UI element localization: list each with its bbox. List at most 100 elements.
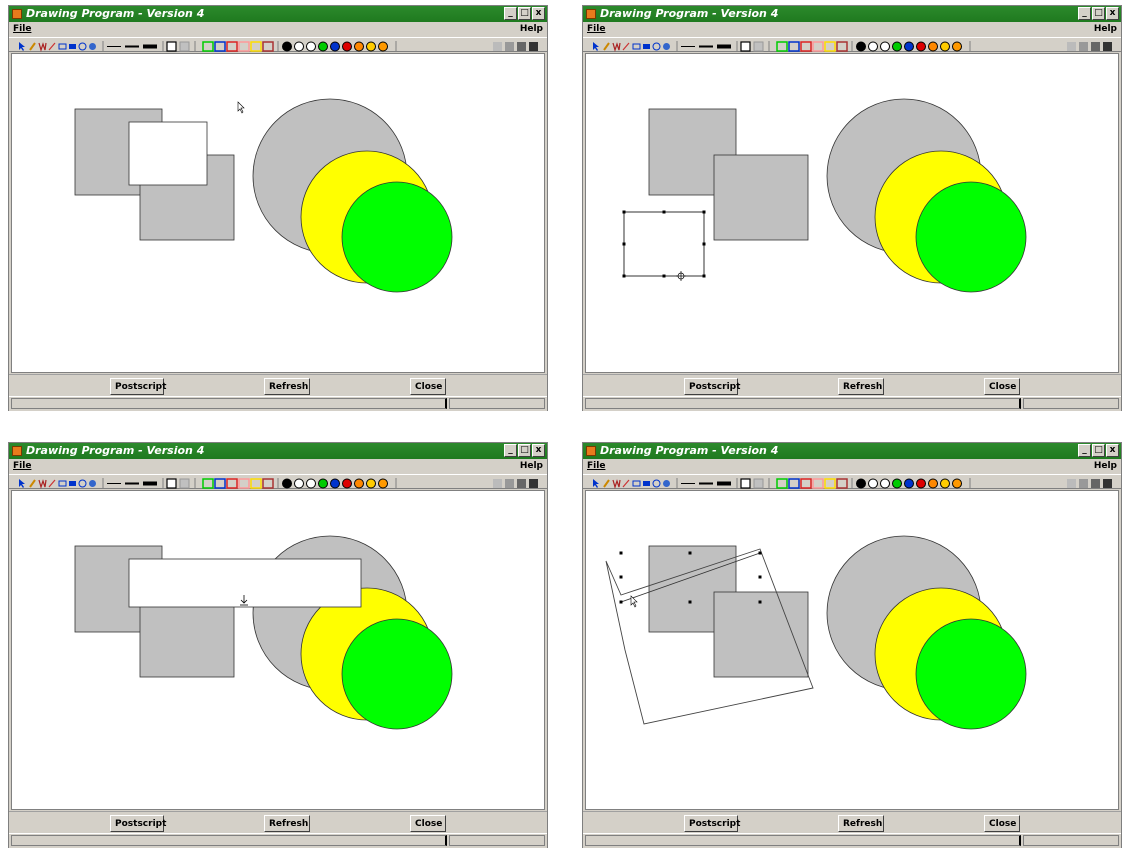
circle-outline-icon[interactable] xyxy=(78,479,87,488)
outline-color-swatch[interactable] xyxy=(824,478,836,489)
fill-color-swatch[interactable] xyxy=(306,41,316,52)
polyline-icon[interactable] xyxy=(38,479,47,490)
gray-swatch[interactable] xyxy=(1067,42,1076,51)
outline-color-swatch[interactable] xyxy=(812,478,824,489)
fill-color-swatch[interactable] xyxy=(940,478,950,489)
pencil-icon[interactable] xyxy=(29,479,36,488)
menu-file[interactable]: File xyxy=(587,24,605,34)
gray-swatch[interactable] xyxy=(1079,479,1088,488)
selection-handle[interactable] xyxy=(619,575,623,579)
fill-color-swatch[interactable] xyxy=(318,41,328,52)
fill-color-swatch[interactable] xyxy=(354,41,364,52)
refresh-button[interactable]: Refresh xyxy=(838,378,884,395)
outline-mode-icon[interactable] xyxy=(740,41,751,52)
close-button[interactable]: Close xyxy=(984,378,1020,395)
green-circle[interactable] xyxy=(915,181,1027,293)
fill-color-swatch[interactable] xyxy=(940,41,950,52)
gray-swatch[interactable] xyxy=(505,42,514,51)
green-circle[interactable] xyxy=(915,618,1027,730)
fill-color-swatch[interactable] xyxy=(378,478,388,489)
fill-color-swatch[interactable] xyxy=(868,478,878,489)
rect-filled-icon[interactable] xyxy=(69,481,76,486)
circle-filled-icon[interactable] xyxy=(89,43,96,50)
circle-filled-icon[interactable] xyxy=(663,480,670,487)
fill-color-swatch[interactable] xyxy=(904,478,914,489)
selection-handle[interactable] xyxy=(622,242,626,246)
title-bar[interactable]: Drawing Program - Version 4 _ □ x xyxy=(9,443,547,459)
close-button[interactable]: Close xyxy=(410,378,446,395)
menu-help[interactable]: Help xyxy=(1094,461,1117,471)
fill-color-swatch[interactable] xyxy=(928,41,938,52)
select-arrow-icon[interactable] xyxy=(593,42,599,51)
selection-handle[interactable] xyxy=(688,600,692,604)
gray-swatch[interactable] xyxy=(1091,42,1100,51)
outline-color-swatch[interactable] xyxy=(214,478,226,489)
filled-mode-icon[interactable] xyxy=(179,41,190,52)
circle-outline-icon[interactable] xyxy=(78,42,87,51)
fill-color-swatch[interactable] xyxy=(354,478,364,489)
fill-color-swatch[interactable] xyxy=(282,41,292,52)
outline-color-swatch[interactable] xyxy=(250,478,262,489)
selection-handle[interactable] xyxy=(619,551,623,555)
gray-swatch[interactable] xyxy=(1067,479,1076,488)
menu-file[interactable]: File xyxy=(13,24,31,34)
rect-filled-icon[interactable] xyxy=(643,44,650,49)
circle-filled-icon[interactable] xyxy=(663,43,670,50)
gray-swatch[interactable] xyxy=(1079,42,1088,51)
fill-color-swatch[interactable] xyxy=(868,41,878,52)
close-button[interactable]: Close xyxy=(984,815,1020,832)
outline-color-swatch[interactable] xyxy=(214,41,226,52)
selection-handle[interactable] xyxy=(622,274,626,278)
rect-outline-icon[interactable] xyxy=(58,480,67,487)
outline-color-swatch[interactable] xyxy=(776,478,788,489)
gray-swatch[interactable] xyxy=(493,42,502,51)
fill-color-swatch[interactable] xyxy=(366,41,376,52)
green-circle[interactable] xyxy=(341,181,453,293)
minimize-icon[interactable]: _ xyxy=(504,7,517,20)
selection-handle[interactable] xyxy=(758,551,762,555)
rect-outline-icon[interactable] xyxy=(632,43,641,50)
green-circle[interactable] xyxy=(341,618,453,730)
outline-color-swatch[interactable] xyxy=(788,41,800,52)
selection-handle[interactable] xyxy=(619,600,623,604)
postscript-button[interactable]: Postscript xyxy=(110,378,166,395)
maximize-icon[interactable]: □ xyxy=(518,7,531,20)
outline-mode-icon[interactable] xyxy=(166,478,177,489)
gray-square-2[interactable] xyxy=(713,154,809,241)
pencil-icon[interactable] xyxy=(603,479,610,488)
outline-color-swatch[interactable] xyxy=(836,41,848,52)
pencil-icon[interactable] xyxy=(29,42,36,51)
outline-color-swatch[interactable] xyxy=(226,41,238,52)
selection-handle[interactable] xyxy=(662,210,666,214)
minimize-icon[interactable]: _ xyxy=(1078,444,1091,457)
gray-swatch[interactable] xyxy=(517,479,526,488)
gray-swatch[interactable] xyxy=(529,42,538,51)
gray-swatch[interactable] xyxy=(1091,479,1100,488)
fill-color-swatch[interactable] xyxy=(952,478,962,489)
postscript-button[interactable]: Postscript xyxy=(110,815,166,832)
minimize-icon[interactable]: _ xyxy=(1078,7,1091,20)
pencil-icon[interactable] xyxy=(603,42,610,51)
title-bar[interactable]: Drawing Program - Version 4 _ □ x xyxy=(9,6,547,22)
line-icon[interactable] xyxy=(622,479,630,488)
selection-handle[interactable] xyxy=(622,210,626,214)
fill-color-swatch[interactable] xyxy=(306,478,316,489)
outline-color-swatch[interactable] xyxy=(226,478,238,489)
selection-handle[interactable] xyxy=(702,210,706,214)
fill-color-swatch[interactable] xyxy=(880,41,890,52)
selected-empty-rectangle[interactable] xyxy=(623,211,705,277)
gray-swatch[interactable] xyxy=(529,479,538,488)
close-button[interactable]: Close xyxy=(410,815,446,832)
refresh-button[interactable]: Refresh xyxy=(264,815,310,832)
fill-color-swatch[interactable] xyxy=(856,478,866,489)
outline-color-swatch[interactable] xyxy=(250,41,262,52)
close-icon[interactable]: x xyxy=(532,444,545,457)
circle-filled-icon[interactable] xyxy=(89,480,96,487)
wide-white-rectangle[interactable] xyxy=(128,558,362,608)
line-icon[interactable] xyxy=(48,42,56,51)
fill-color-swatch[interactable] xyxy=(318,478,328,489)
fill-color-swatch[interactable] xyxy=(282,478,292,489)
fill-color-swatch[interactable] xyxy=(892,478,902,489)
rect-filled-icon[interactable] xyxy=(643,481,650,486)
menu-help[interactable]: Help xyxy=(520,24,543,34)
